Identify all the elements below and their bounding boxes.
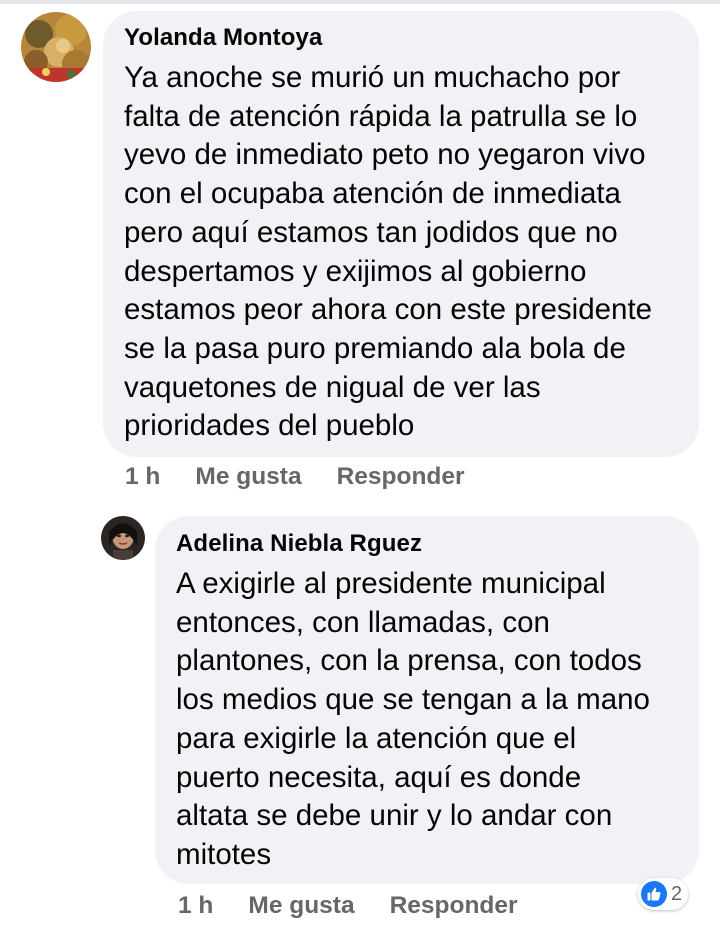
like-icon [641, 881, 667, 907]
comment-author[interactable]: Yolanda Montoya [124, 24, 681, 52]
reaction-summary[interactable]: 2 [638, 878, 689, 910]
reply-author[interactable]: Adelina Niebla Rguez [176, 530, 681, 558]
comment-text: Ya anoche se murió un muchacho por falta… [124, 61, 653, 443]
like-button[interactable]: Me gusta [195, 463, 301, 491]
reply-text: A exigirle al presidente municipal enton… [176, 567, 650, 871]
like-button[interactable]: Me gusta [248, 892, 354, 920]
comment-timestamp[interactable]: 1 h [125, 463, 160, 491]
avatar[interactable] [21, 12, 91, 82]
reply-actions: 1 h Me gusta Responder [178, 892, 518, 920]
comment-bubble: Yolanda Montoya Ya anoche se murió un mu… [103, 11, 699, 457]
reaction-count: 2 [671, 882, 683, 905]
top-divider [0, 0, 720, 4]
reply-button[interactable]: Responder [337, 463, 465, 491]
avatar-image [101, 516, 145, 560]
avatar-image [21, 12, 91, 82]
reply-bubble: Adelina Niebla Rguez A exigirle al presi… [155, 516, 699, 884]
reply-button[interactable]: Responder [390, 892, 518, 920]
comment-actions: 1 h Me gusta Responder [125, 463, 465, 491]
reply-avatar[interactable] [101, 516, 145, 560]
reply-timestamp[interactable]: 1 h [178, 892, 213, 920]
